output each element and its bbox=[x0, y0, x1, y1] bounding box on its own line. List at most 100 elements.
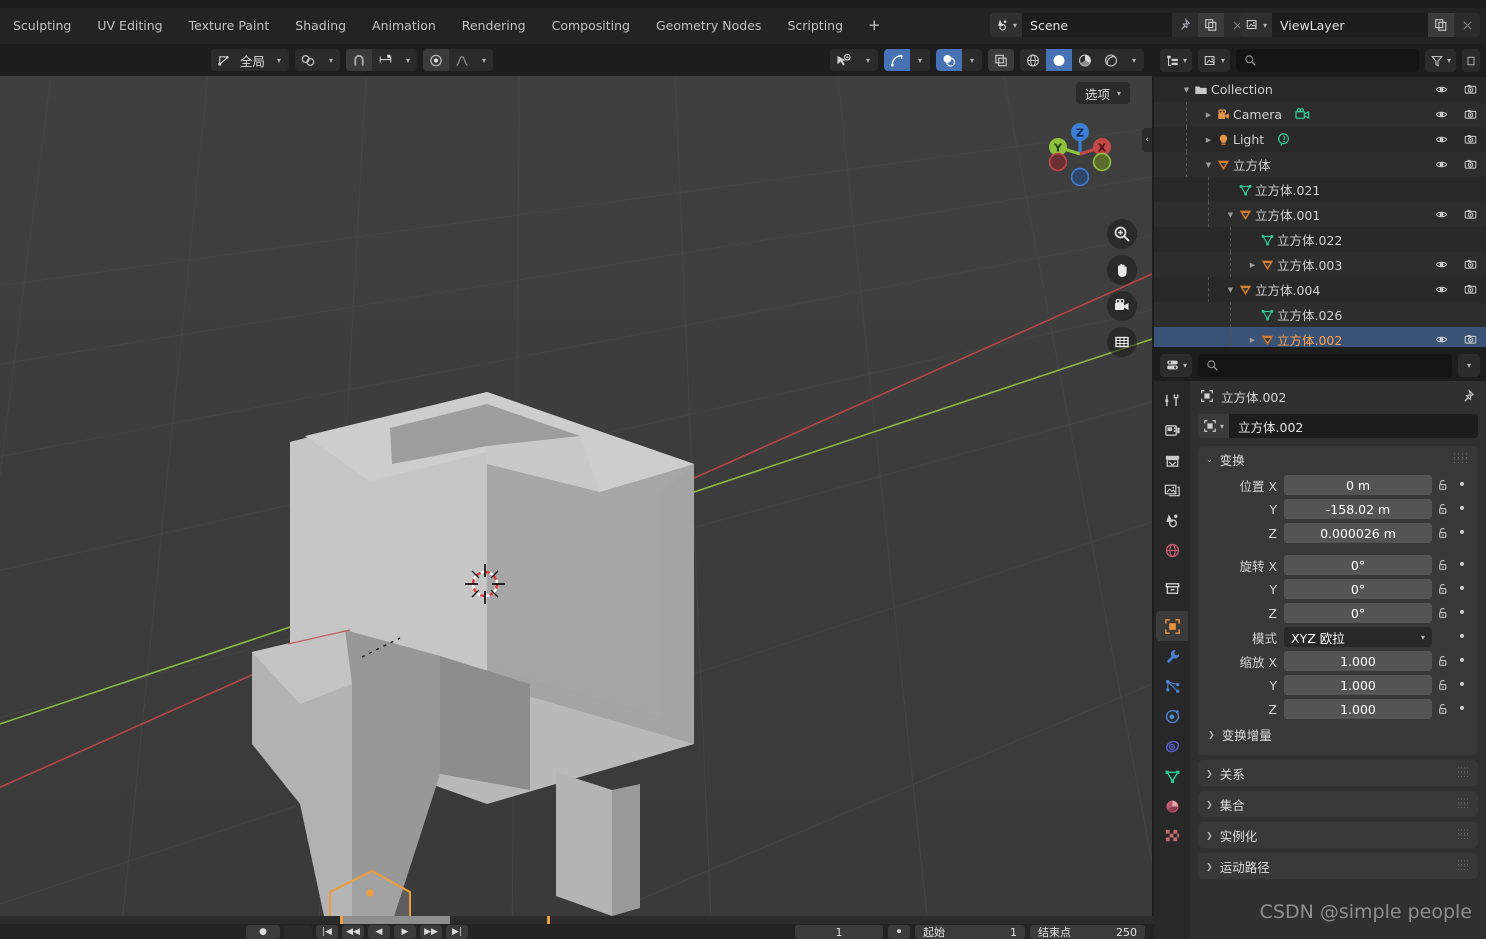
disclosure-triangle-closed-icon[interactable]: ▶ bbox=[1248, 261, 1257, 269]
animate-property-dot[interactable]: • bbox=[1454, 557, 1470, 573]
properties-tab-modifiers[interactable] bbox=[1156, 641, 1188, 671]
disable-in-renders-icon[interactable] bbox=[1463, 133, 1478, 146]
chevron-down-icon[interactable]: ▾ bbox=[269, 49, 289, 71]
disable-in-renders-icon[interactable] bbox=[1463, 208, 1478, 221]
playback-controls[interactable]: ● |◀ ◀◀ ◀ ▶ ▶▶ ▶| bbox=[246, 925, 468, 939]
outliner-editor[interactable]: ▾ ▾ ▾ ▼ Collection ▶ Camera ▶ Light ▼ 立方体 立方体.02… bbox=[1154, 44, 1486, 347]
outliner-row[interactable]: ▼ Collection bbox=[1154, 77, 1486, 102]
properties-tab-collection[interactable] bbox=[1156, 573, 1188, 603]
rotation-mode-row[interactable]: 模式 XYZ 欧拉 ▾ • bbox=[1206, 626, 1470, 648]
smooth-falloff-icon[interactable] bbox=[449, 49, 475, 71]
transform-field-row[interactable]: Z 0° • bbox=[1206, 602, 1470, 624]
workspace-tab-uv-editing[interactable]: UV Editing bbox=[84, 10, 175, 42]
chevron-down-icon[interactable]: ▾ bbox=[858, 49, 878, 71]
jump-start-icon[interactable]: |◀ bbox=[316, 925, 338, 939]
viewport-options-dropdown[interactable]: 选项 ▾ bbox=[1075, 82, 1130, 104]
properties-tab-world[interactable] bbox=[1156, 535, 1188, 565]
hide-in-viewport-icon[interactable] bbox=[1434, 258, 1449, 271]
collapsed-panel-list[interactable]: ❯ 关系:::::::: ❯ 集合:::::::: ❯ 实例化:::::::: ❯ 运动路径:… bbox=[1190, 760, 1486, 879]
auto-key-field[interactable] bbox=[284, 925, 312, 939]
field-value[interactable]: 0° bbox=[1284, 555, 1432, 575]
viewlayer-icon[interactable]: ▾ bbox=[1240, 13, 1273, 37]
current-frame-field[interactable]: 1 bbox=[795, 925, 883, 939]
navigation-gizmo[interactable]: Z Y X bbox=[1038, 112, 1122, 196]
prev-keyframe-icon[interactable]: ◀◀ bbox=[342, 925, 364, 939]
properties-tab-rail[interactable] bbox=[1154, 381, 1190, 939]
eye-cursor-icon[interactable] bbox=[830, 49, 858, 71]
remove-viewlayer-button[interactable] bbox=[1454, 13, 1480, 37]
outliner-tree[interactable]: ▼ Collection ▶ Camera ▶ Light ▼ 立方体 立方体.021 ▼ 立方体.… bbox=[1154, 77, 1486, 347]
play-icon[interactable]: ▶ bbox=[394, 925, 416, 939]
light-data-icon[interactable] bbox=[1276, 132, 1291, 147]
properties-tab-object-data[interactable] bbox=[1156, 761, 1188, 791]
workspace-tab-rendering[interactable]: Rendering bbox=[449, 10, 539, 42]
hide-in-viewport-icon[interactable] bbox=[1434, 208, 1449, 221]
disable-in-renders-icon[interactable] bbox=[1463, 258, 1478, 271]
pin-icon[interactable] bbox=[1461, 388, 1476, 404]
properties-editor-type-dropdown[interactable]: ▾ bbox=[1160, 353, 1193, 377]
outliner-row[interactable]: 立方体.021 bbox=[1154, 177, 1486, 202]
drag-grip[interactable]: :::::::: bbox=[1457, 766, 1469, 780]
transform-fields[interactable]: 位置 X0 m • Y -158.02 m • Z 0.000026 m • 旋转 X 0° • Y 0… bbox=[1198, 472, 1478, 755]
gizmo-toggle-group[interactable]: ▾ bbox=[884, 49, 930, 71]
next-keyframe-icon[interactable]: ▶▶ bbox=[420, 925, 442, 939]
viewport-canvas[interactable] bbox=[0, 44, 1152, 916]
outliner-row[interactable]: 立方体.022 bbox=[1154, 227, 1486, 252]
properties-tab-physics[interactable] bbox=[1156, 701, 1188, 731]
properties-editor[interactable]: ▾ ▾ 立方体.002 ▾ 立方体.002 ⌄ 变换:::::::: 位置 … bbox=[1154, 349, 1486, 939]
shading-material-preview-icon[interactable] bbox=[1072, 49, 1098, 71]
hide-in-viewport-icon[interactable] bbox=[1434, 133, 1449, 146]
animate-property-dot[interactable]: • bbox=[1454, 677, 1470, 693]
outliner-row[interactable]: 立方体.026 bbox=[1154, 302, 1486, 327]
disclosure-triangle-open-icon[interactable]: ▼ bbox=[1182, 86, 1191, 94]
animate-property-dot[interactable]: • bbox=[1454, 477, 1470, 493]
outliner-row[interactable]: ▼ 立方体.004 bbox=[1154, 277, 1486, 302]
properties-tab-output[interactable] bbox=[1156, 445, 1188, 475]
animate-property-dot[interactable]: • bbox=[1454, 653, 1470, 669]
collapsed-panel[interactable]: ❯ 关系:::::::: bbox=[1198, 760, 1478, 786]
chevron-down-icon[interactable]: ▾ bbox=[399, 49, 417, 71]
animate-property-dot[interactable]: • bbox=[1454, 501, 1470, 517]
snapping-group[interactable]: ▾ bbox=[346, 49, 418, 71]
transform-field-row[interactable]: Z 1.000 • bbox=[1206, 698, 1470, 720]
start-frame-value[interactable]: 1 bbox=[1010, 926, 1017, 939]
properties-tab-render[interactable] bbox=[1156, 415, 1188, 445]
pin-icon[interactable] bbox=[1172, 13, 1198, 37]
transform-field-row[interactable]: 旋转 X 0° • bbox=[1206, 554, 1470, 576]
viewlayer-selector[interactable]: ▾ ViewLayer bbox=[1240, 11, 1481, 39]
hide-in-viewport-icon[interactable] bbox=[1434, 158, 1449, 171]
outliner-row[interactable]: ▼ 立方体 bbox=[1154, 152, 1486, 177]
record-icon[interactable]: ● bbox=[246, 925, 280, 939]
disable-in-renders-icon[interactable] bbox=[1463, 333, 1478, 346]
hand-pan-icon[interactable] bbox=[1107, 255, 1137, 285]
lock-icon[interactable] bbox=[1432, 502, 1454, 516]
workspace-tab-scripting[interactable]: Scripting bbox=[774, 10, 856, 42]
shading-solid-icon[interactable] bbox=[1046, 49, 1072, 71]
3d-viewport[interactable]: 全局 ▾ ▾ ▾ ▾ ▾ ▾ ▾ ▾ 选项 ▾ Z Y X ‹ bbox=[0, 44, 1152, 916]
transform-field-row[interactable]: Z 0.000026 m • bbox=[1206, 522, 1470, 544]
collapsed-panel[interactable]: ❯ 实例化:::::::: bbox=[1198, 822, 1478, 848]
properties-tab-material[interactable] bbox=[1156, 791, 1188, 821]
properties-tab-tool[interactable] bbox=[1156, 385, 1188, 415]
outliner-row[interactable]: ▼ 立方体.001 bbox=[1154, 202, 1486, 227]
disclosure-triangle-closed-icon[interactable]: ▶ bbox=[1204, 136, 1213, 144]
object-name-input[interactable]: 立方体.002 bbox=[1229, 414, 1478, 438]
transform-field-row[interactable]: Y 1.000 • bbox=[1206, 674, 1470, 696]
workspace-tab-animation[interactable]: Animation bbox=[359, 10, 449, 42]
animate-property-dot[interactable]: • bbox=[1454, 605, 1470, 621]
proportional-editing-group[interactable]: ▾ bbox=[423, 49, 494, 71]
object-name-row[interactable]: ▾ 立方体.002 bbox=[1198, 414, 1478, 438]
xray-toggle[interactable] bbox=[988, 49, 1014, 71]
delta-transform-subpanel[interactable]: ❯ 变换增量 bbox=[1206, 722, 1470, 746]
properties-tab-constraints[interactable] bbox=[1156, 731, 1188, 761]
timeline-scrubber[interactable] bbox=[0, 916, 1154, 924]
rotation-mode-dropdown[interactable]: XYZ 欧拉 ▾ bbox=[1284, 627, 1432, 647]
lock-icon[interactable] bbox=[1432, 606, 1454, 620]
object-browse-button[interactable]: ▾ bbox=[1198, 414, 1230, 438]
lock-icon[interactable] bbox=[1432, 678, 1454, 692]
animate-property-dot[interactable]: • bbox=[1454, 701, 1470, 717]
pivot-point-dropdown[interactable]: ▾ bbox=[295, 49, 341, 71]
transform-field-row[interactable]: 位置 X 0 m • bbox=[1206, 474, 1470, 496]
properties-tab-texture[interactable] bbox=[1156, 821, 1188, 851]
scene-icon[interactable]: ▾ bbox=[990, 13, 1023, 37]
